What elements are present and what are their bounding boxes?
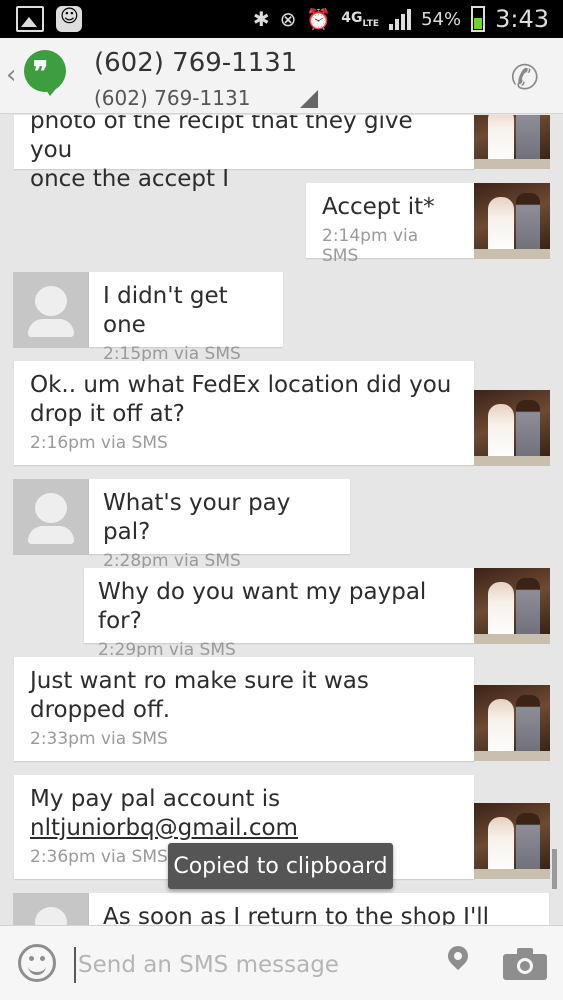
message-text: Just want ro make sure it was dropped of… bbox=[30, 668, 369, 723]
message-text: I didn't get one bbox=[103, 283, 228, 338]
message-bubble[interactable]: What's your pay pal? 2:28pm via SMS bbox=[89, 479, 350, 571]
message-timestamp: 2:33pm via SMS bbox=[30, 729, 168, 749]
contact-avatar[interactable] bbox=[474, 685, 550, 761]
alarm-icon: ⏰ bbox=[306, 7, 332, 31]
message-text: As soon as I return to the shop I'll bbox=[103, 904, 490, 925]
message-bubble[interactable]: photo of the recipt that they give you o… bbox=[14, 115, 474, 192]
message-text: Ok.. um what FedEx location did you drop… bbox=[30, 372, 452, 427]
sms-input[interactable] bbox=[78, 948, 408, 982]
sender-avatar[interactable] bbox=[13, 893, 89, 925]
battery-percent: 54% bbox=[421, 8, 462, 30]
sender-avatar[interactable] bbox=[13, 272, 89, 348]
message-text: My pay pal account is bbox=[30, 786, 281, 812]
mute-icon: ⊗ bbox=[279, 7, 297, 31]
contact-avatar[interactable] bbox=[474, 390, 550, 466]
dropdown-corner-icon[interactable] bbox=[300, 90, 318, 108]
message-bubble[interactable]: Accept it* 2:14pm via SMS bbox=[306, 183, 474, 266]
signal-icon bbox=[389, 8, 412, 30]
contact-title: (602) 769-1131 bbox=[94, 48, 298, 78]
hangouts-icon[interactable]: ❞ bbox=[24, 50, 66, 98]
message-timestamp: 2:14pm via SMS bbox=[322, 226, 419, 266]
clipboard-toast: Copied to clipboard bbox=[168, 843, 393, 889]
contact-avatar[interactable] bbox=[474, 803, 550, 879]
message-text: Accept it* bbox=[322, 194, 435, 220]
message-text: What's your pay pal? bbox=[103, 490, 291, 545]
message-list[interactable]: photo of the recipt that they give you o… bbox=[0, 115, 563, 925]
contact-avatar[interactable] bbox=[474, 183, 550, 259]
contact-subtitle[interactable]: (602) 769-1131 bbox=[94, 86, 250, 110]
conversation-header: ‹ ❞ (602) 769-1131 (602) 769-1131 ✆ bbox=[0, 38, 563, 114]
bluetooth-icon: ✱ bbox=[252, 7, 270, 31]
message-bubble[interactable]: As soon as I return to the shop I'll bbox=[89, 893, 549, 925]
message-bubble[interactable]: Just want ro make sure it was dropped of… bbox=[14, 657, 474, 761]
sender-avatar[interactable] bbox=[13, 479, 89, 555]
emoji-icon[interactable] bbox=[18, 944, 56, 982]
location-pin-icon[interactable] bbox=[443, 941, 473, 980]
chat-icon bbox=[56, 6, 82, 32]
text-cursor bbox=[74, 947, 76, 983]
phone-call-icon[interactable]: ✆ bbox=[511, 58, 540, 98]
message-bubble[interactable]: I didn't get one 2:15pm via SMS bbox=[89, 272, 283, 364]
back-chevron-icon[interactable]: ‹ bbox=[6, 60, 16, 90]
email-link[interactable]: nltjuniorbq@gmail.com bbox=[30, 814, 458, 843]
message-text: Why do you want my paypal for? bbox=[98, 579, 427, 634]
gallery-icon bbox=[16, 6, 44, 32]
battery-icon bbox=[471, 6, 486, 32]
contact-avatar[interactable] bbox=[474, 115, 550, 169]
clock-time: 3:43 bbox=[495, 5, 549, 33]
message-bubble[interactable]: Ok.. um what FedEx location did you drop… bbox=[14, 361, 474, 465]
scrollbar-thumb[interactable] bbox=[552, 849, 557, 889]
status-bar: ✱ ⊗ ⏰ 4GLTE 54% 3:43 bbox=[0, 0, 563, 38]
camera-icon[interactable] bbox=[503, 948, 547, 980]
network-type: 4GLTE bbox=[341, 9, 380, 29]
message-timestamp: 2:16pm via SMS bbox=[30, 433, 168, 453]
message-bubble[interactable]: Why do you want my paypal for? 2:29pm vi… bbox=[84, 568, 474, 660]
contact-avatar[interactable] bbox=[474, 568, 550, 644]
message-composer bbox=[0, 925, 563, 1000]
